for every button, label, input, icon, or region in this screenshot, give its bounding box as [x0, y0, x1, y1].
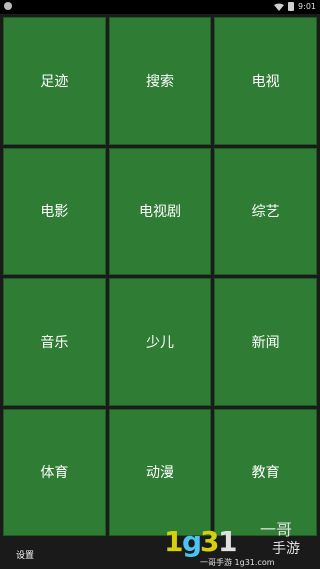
svg-text:一哥: 一哥 — [260, 520, 292, 539]
wifi-icon — [274, 3, 285, 11]
tile-footprint[interactable]: 足迹 — [3, 17, 106, 145]
tile-tv-series[interactable]: 电视剧 — [108, 147, 212, 275]
settings-button[interactable]: 设置 — [16, 548, 34, 561]
bottom-bar: 设置 1 g 3 1 一哥 手游 一哥手游 1g31.com — [0, 520, 320, 569]
status-time: 9:01 — [298, 2, 316, 11]
tile-news[interactable]: 新闻 — [214, 278, 317, 406]
svg-text:手游: 手游 — [272, 541, 300, 557]
tile-tv[interactable]: 电视 — [214, 17, 317, 145]
status-right: 9:01 — [274, 2, 316, 11]
svg-text:1: 1 — [164, 525, 183, 558]
tile-variety[interactable]: 综艺 — [214, 147, 317, 275]
svg-text:1: 1 — [218, 525, 237, 558]
svg-text:3: 3 — [200, 525, 219, 558]
category-grid: 足迹 搜索 电视 电影 电视剧 综艺 音乐 少儿 新闻 体育 动漫 教育 — [0, 14, 320, 539]
notification-dot-icon — [4, 2, 12, 10]
tile-movie[interactable]: 电影 — [3, 147, 106, 275]
tile-kids[interactable]: 少儿 — [108, 278, 212, 406]
battery-icon — [288, 2, 295, 11]
tile-sports[interactable]: 体育 — [3, 408, 106, 536]
watermark-logo: 1 g 3 1 一哥 手游 一哥手游 1g31.com — [164, 520, 300, 567]
tile-search[interactable]: 搜索 — [108, 17, 212, 145]
tile-music[interactable]: 音乐 — [3, 278, 106, 406]
svg-text:一哥手游 1g31.com: 一哥手游 1g31.com — [200, 557, 275, 567]
status-bar: 9:01 — [0, 0, 320, 14]
